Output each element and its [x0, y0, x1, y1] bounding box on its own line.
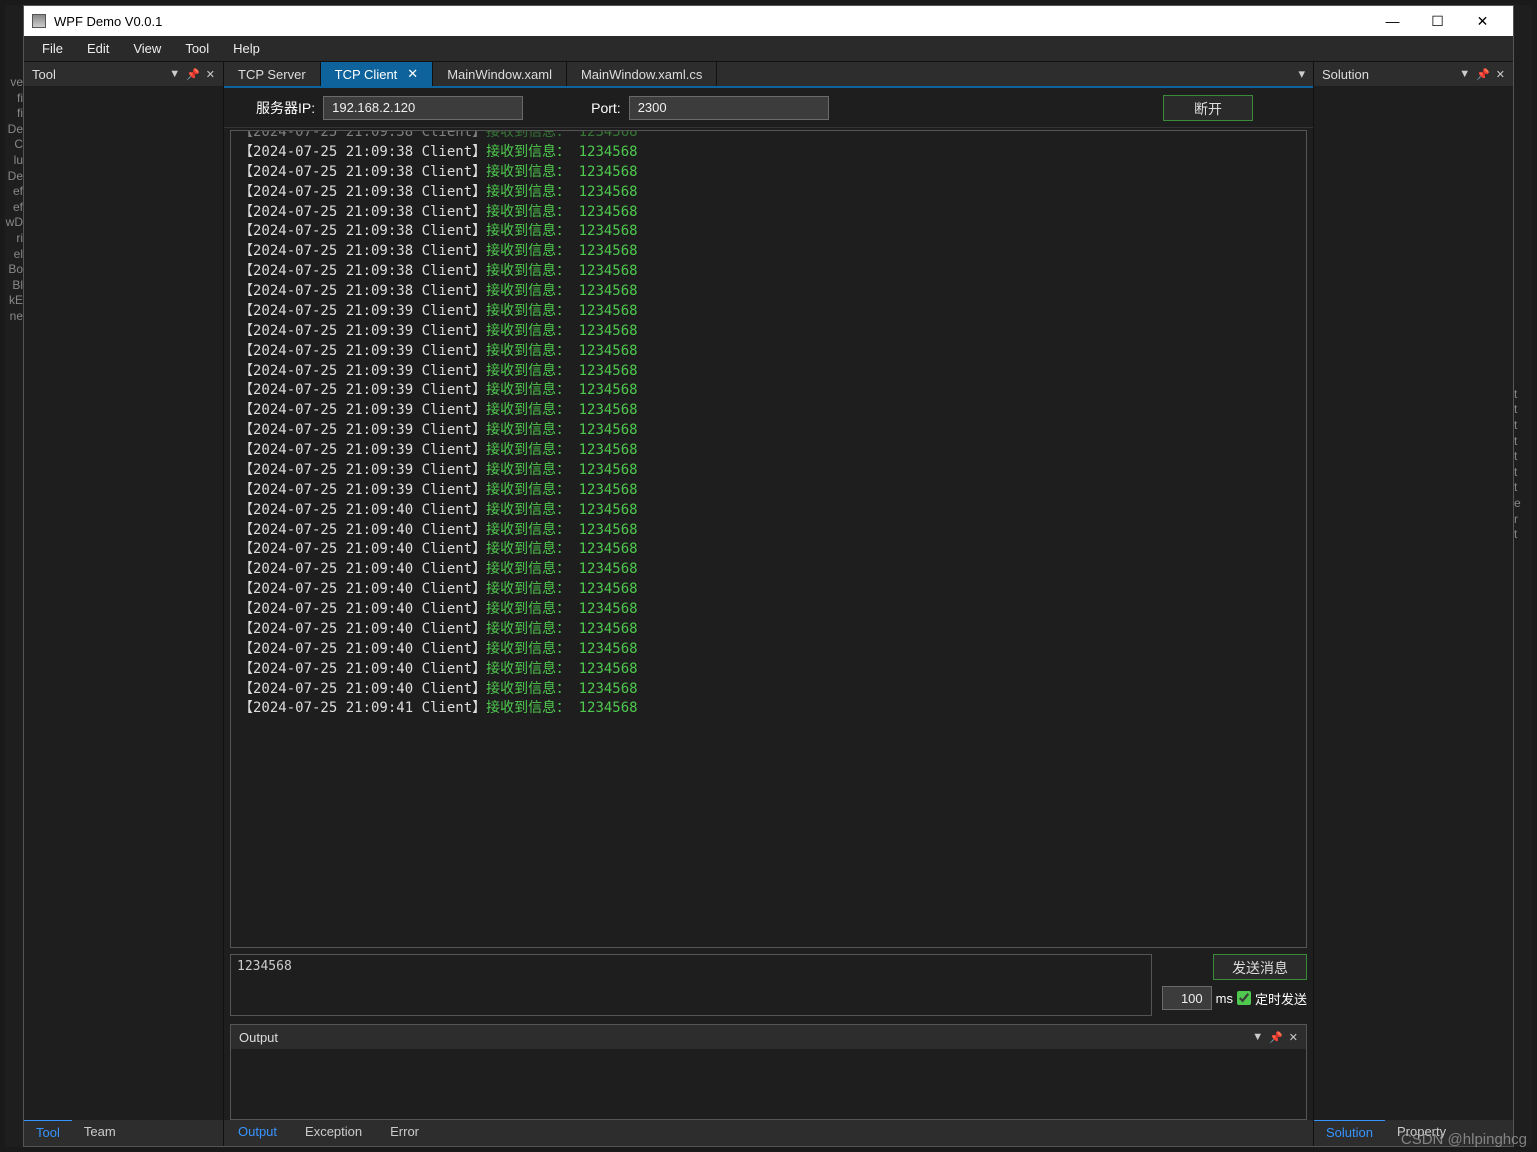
tool-panel-header: Tool ▼ 📌 ✕ — [24, 62, 223, 86]
solution-panel: Solution ▼ 📌 ✕ SolutionProperty — [1313, 62, 1513, 1146]
center-footer-tabs: OutputExceptionError — [224, 1120, 1313, 1146]
tab-tcp-client[interactable]: TCP Client✕ — [321, 62, 434, 86]
tab-overflow-icon[interactable]: ▾ — [1290, 62, 1313, 86]
disconnect-button[interactable]: 断开 — [1163, 95, 1253, 121]
titlebar: WPF Demo V0.0.1 — ☐ ✕ — [24, 6, 1513, 36]
log-row: 【2024-07-25 21:09:40 Client】接收到信息： 12345… — [239, 560, 1298, 580]
log-row: 【2024-07-25 21:09:38 Client】接收到信息： 12345… — [239, 242, 1298, 262]
footer-tab-error[interactable]: Error — [376, 1120, 433, 1146]
log-row: 【2024-07-25 21:09:38 Client】接收到信息： 12345… — [239, 203, 1298, 223]
close-icon[interactable]: ✕ — [407, 66, 418, 82]
close-icon[interactable]: ✕ — [206, 68, 215, 81]
menu-item-edit[interactable]: Edit — [75, 38, 121, 59]
log-row: 【2024-07-25 21:09:38 Client】接收到信息： 12345… — [239, 222, 1298, 242]
background-code-right: t t t t t t t e r t — [1514, 5, 1532, 1147]
footer-tab-team[interactable]: Team — [72, 1120, 128, 1146]
log-area[interactable]: 【2024-07-25 21:09:38 Client】接收到信息： 12345… — [230, 130, 1307, 948]
interval-input[interactable] — [1162, 986, 1212, 1010]
output-panel: Output ▼ 📌 ✕ — [230, 1024, 1307, 1120]
server-ip-label: 服务器IP: — [256, 98, 315, 118]
log-row: 【2024-07-25 21:09:40 Client】接收到信息： 12345… — [239, 600, 1298, 620]
log-row: 【2024-07-25 21:09:40 Client】接收到信息： 12345… — [239, 521, 1298, 541]
tool-panel: Tool ▼ 📌 ✕ ToolTeam — [24, 62, 224, 1146]
log-row: 【2024-07-25 21:09:40 Client】接收到信息： 12345… — [239, 640, 1298, 660]
log-row: 【2024-07-25 21:09:38 Client】接收到信息： 12345… — [239, 183, 1298, 203]
menu-item-view[interactable]: View — [121, 38, 173, 59]
output-panel-header: Output ▼ 📌 ✕ — [231, 1025, 1306, 1049]
log-row: 【2024-07-25 21:09:39 Client】接收到信息： 12345… — [239, 302, 1298, 322]
log-row: 【2024-07-25 21:09:40 Client】接收到信息： 12345… — [239, 660, 1298, 680]
log-row: 【2024-07-25 21:09:38 Client】接收到信息： 12345… — [239, 163, 1298, 183]
close-button[interactable]: ✕ — [1460, 7, 1505, 35]
tab-mainwindow-xaml-cs[interactable]: MainWindow.xaml.cs — [567, 62, 717, 86]
pin-icon[interactable]: 📌 — [1269, 1031, 1283, 1044]
tcp-client-view: 服务器IP: Port: 断开 【2024-07-25 21:09:38 Cli… — [224, 88, 1313, 1146]
log-row: 【2024-07-25 21:09:40 Client】接收到信息： 12345… — [239, 501, 1298, 521]
log-row: 【2024-07-25 21:09:40 Client】接收到信息： 12345… — [239, 680, 1298, 700]
log-row: 【2024-07-25 21:09:39 Client】接收到信息： 12345… — [239, 441, 1298, 461]
ms-label: ms — [1216, 991, 1233, 1006]
log-row: 【2024-07-25 21:09:39 Client】接收到信息： 12345… — [239, 342, 1298, 362]
send-textarea[interactable] — [230, 954, 1152, 1016]
timer-checkbox[interactable] — [1237, 991, 1251, 1005]
menu-item-help[interactable]: Help — [221, 38, 272, 59]
send-row: 发送消息 ms 定时发送 — [224, 950, 1313, 1020]
tool-panel-body — [24, 86, 223, 1120]
server-ip-input[interactable] — [323, 96, 523, 120]
timer-label: 定时发送 — [1255, 989, 1307, 1008]
output-panel-title: Output — [239, 1030, 278, 1045]
connection-row: 服务器IP: Port: 断开 — [224, 88, 1313, 128]
minimize-button[interactable]: — — [1370, 7, 1415, 35]
port-input[interactable] — [629, 96, 829, 120]
log-row: 【2024-07-25 21:09:39 Client】接收到信息： 12345… — [239, 461, 1298, 481]
dropdown-icon[interactable]: ▼ — [169, 68, 180, 80]
log-row: 【2024-07-25 21:09:38 Client】接收到信息： 12345… — [239, 282, 1298, 302]
interval-row: ms 定时发送 — [1162, 986, 1307, 1010]
log-row: 【2024-07-25 21:09:39 Client】接收到信息： 12345… — [239, 481, 1298, 501]
log-row: 【2024-07-25 21:09:39 Client】接收到信息： 12345… — [239, 401, 1298, 421]
solution-panel-body — [1314, 86, 1513, 1120]
footer-tab-exception[interactable]: Exception — [291, 1120, 376, 1146]
footer-tab-tool[interactable]: Tool — [24, 1120, 72, 1146]
tab-tcp-server[interactable]: TCP Server — [224, 62, 321, 86]
log-row: 【2024-07-25 21:09:40 Client】接收到信息： 12345… — [239, 580, 1298, 600]
dropdown-icon[interactable]: ▼ — [1252, 1031, 1263, 1043]
port-label: Port: — [591, 100, 621, 116]
log-row: 【2024-07-25 21:09:38 Client】接收到信息： 12345… — [239, 130, 1298, 143]
log-row: 【2024-07-25 21:09:40 Client】接收到信息： 12345… — [239, 540, 1298, 560]
tool-panel-title: Tool — [32, 67, 56, 82]
log-row: 【2024-07-25 21:09:39 Client】接收到信息： 12345… — [239, 381, 1298, 401]
log-row: 【2024-07-25 21:09:38 Client】接收到信息： 12345… — [239, 143, 1298, 163]
output-panel-body — [231, 1049, 1306, 1119]
footer-tab-output[interactable]: Output — [224, 1120, 291, 1146]
log-row: 【2024-07-25 21:09:38 Client】接收到信息： 12345… — [239, 262, 1298, 282]
menubar: FileEditViewToolHelp — [24, 36, 1513, 62]
window-title: WPF Demo V0.0.1 — [54, 14, 1370, 29]
center-area: TCP ServerTCP Client✕MainWindow.xamlMain… — [224, 62, 1313, 1146]
maximize-button[interactable]: ☐ — [1415, 7, 1460, 35]
pin-icon[interactable]: 📌 — [186, 68, 200, 81]
solution-panel-header: Solution ▼ 📌 ✕ — [1314, 62, 1513, 86]
tool-footer-tabs: ToolTeam — [24, 1120, 223, 1146]
background-code-left: ve fi fi De C lu De ef ef wD ri el Bo Bl… — [5, 5, 23, 1147]
log-row: 【2024-07-25 21:09:39 Client】接收到信息： 12345… — [239, 421, 1298, 441]
send-button[interactable]: 发送消息 — [1213, 954, 1307, 980]
log-row: 【2024-07-25 21:09:39 Client】接收到信息： 12345… — [239, 362, 1298, 382]
close-icon[interactable]: ✕ — [1496, 68, 1505, 81]
solution-panel-title: Solution — [1322, 67, 1369, 82]
log-row: 【2024-07-25 21:09:40 Client】接收到信息： 12345… — [239, 620, 1298, 640]
footer-tab-solution[interactable]: Solution — [1314, 1120, 1385, 1146]
document-tabs: TCP ServerTCP Client✕MainWindow.xamlMain… — [224, 62, 1313, 88]
close-icon[interactable]: ✕ — [1289, 1031, 1298, 1044]
main-window: WPF Demo V0.0.1 — ☐ ✕ FileEditViewToolHe… — [23, 5, 1514, 1147]
app-icon — [32, 14, 46, 28]
log-row: 【2024-07-25 21:09:41 Client】接收到信息： 12345… — [239, 699, 1298, 719]
dropdown-icon[interactable]: ▼ — [1459, 68, 1470, 80]
log-row: 【2024-07-25 21:09:39 Client】接收到信息： 12345… — [239, 322, 1298, 342]
tab-mainwindow-xaml[interactable]: MainWindow.xaml — [433, 62, 567, 86]
menu-item-tool[interactable]: Tool — [173, 38, 221, 59]
menu-item-file[interactable]: File — [30, 38, 75, 59]
watermark: CSDN @hlpinghcg — [1401, 1131, 1527, 1148]
pin-icon[interactable]: 📌 — [1476, 68, 1490, 81]
